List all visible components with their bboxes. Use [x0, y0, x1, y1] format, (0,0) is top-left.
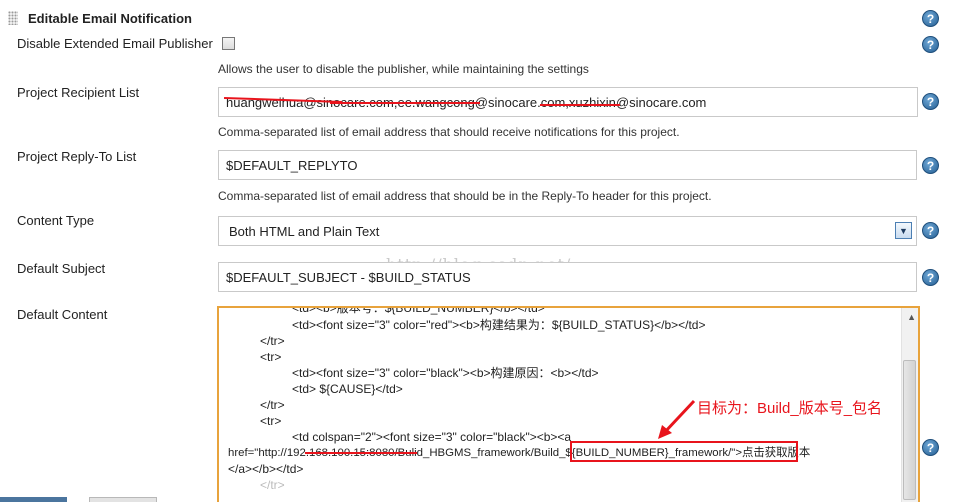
- code-line: <tr>: [260, 350, 282, 364]
- code-line: <td><font size="3" color="red"><b>构建结果为：…: [292, 318, 706, 332]
- annotation-text: 目标为：Build_版本号_包名: [697, 400, 883, 417]
- scrollbar-thumb[interactable]: [903, 360, 916, 500]
- reply-to-label: Project Reply-To List: [17, 149, 137, 164]
- help-icon[interactable]: ?: [922, 157, 939, 174]
- redaction-mark: [330, 102, 480, 104]
- section-title: Editable Email Notification: [28, 10, 192, 26]
- help-glyph: ?: [926, 158, 935, 173]
- help-icon[interactable]: ?: [922, 269, 939, 286]
- code-line: </a></b></td>: [228, 462, 304, 476]
- reply-to-input[interactable]: $DEFAULT_REPLYTO: [218, 150, 917, 180]
- dropdown-arrow-icon[interactable]: ▼: [895, 222, 912, 239]
- help-glyph: ?: [926, 270, 935, 285]
- help-icon[interactable]: ?: [922, 222, 939, 239]
- scroll-up-icon[interactable]: ▲: [907, 312, 916, 322]
- code-line: <td> ${CAUSE}</td>: [292, 382, 403, 396]
- help-icon[interactable]: ?: [922, 36, 939, 53]
- disable-publisher-checkbox[interactable]: [222, 37, 235, 50]
- code-line: </tr>: [260, 334, 285, 348]
- reply-to-description: Comma-separated list of email address th…: [218, 189, 712, 203]
- default-content-label: Default Content: [17, 307, 108, 322]
- help-glyph: ?: [926, 223, 935, 238]
- section-header: Editable Email Notification: [8, 8, 192, 28]
- help-glyph: ?: [926, 37, 935, 52]
- code-line: <td colspan="2"><font size="3" color="bl…: [292, 430, 572, 444]
- scrollbar[interactable]: ▲: [901, 308, 918, 502]
- code-line: </tr>: [260, 398, 285, 412]
- default-subject-input[interactable]: $DEFAULT_SUBJECT - $BUILD_STATUS: [218, 262, 917, 292]
- content-type-label: Content Type: [17, 213, 95, 228]
- drag-handle-icon[interactable]: [8, 11, 18, 25]
- help-icon[interactable]: ?: [922, 93, 939, 110]
- content-type-select[interactable]: Both HTML and Plain Text ▼: [218, 216, 917, 246]
- code-line: <td><b>版本号：${BUILD_NUMBER}</b></td>: [292, 306, 545, 315]
- help-glyph: ?: [926, 11, 935, 26]
- code-line: <tr>: [260, 414, 282, 428]
- disable-publisher-description: Allows the user to disable the publisher…: [218, 62, 589, 76]
- reply-to-value: $DEFAULT_REPLYTO: [226, 157, 358, 173]
- help-glyph: ?: [926, 94, 935, 109]
- apply-button[interactable]: [89, 497, 157, 502]
- help-glyph: ?: [926, 440, 935, 455]
- content-type-selected: Both HTML and Plain Text: [229, 223, 380, 239]
- code-line: </tr>: [260, 478, 285, 492]
- code-line: <td><font size="3" color="black"><b>构建原因…: [292, 366, 599, 380]
- default-subject-value: $DEFAULT_SUBJECT - $BUILD_STATUS: [226, 269, 471, 285]
- help-icon[interactable]: ?: [922, 439, 939, 456]
- annotation-arrow-icon: [658, 399, 696, 439]
- redaction-mark: [305, 452, 417, 454]
- save-button[interactable]: [0, 497, 67, 502]
- help-icon[interactable]: ?: [922, 10, 939, 27]
- default-subject-label: Default Subject: [17, 261, 106, 276]
- disable-publisher-label: Disable Extended Email Publisher: [17, 36, 213, 51]
- recipient-list-description: Comma-separated list of email address th…: [218, 125, 680, 139]
- redaction-mark: [540, 104, 620, 106]
- recipient-list-label: Project Recipient List: [17, 85, 140, 100]
